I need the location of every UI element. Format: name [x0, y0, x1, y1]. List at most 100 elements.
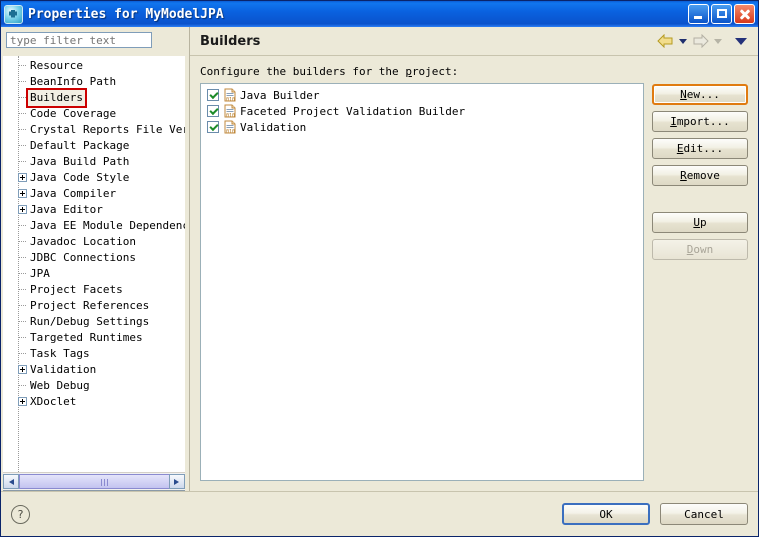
- filter-input[interactable]: [6, 32, 152, 48]
- sidebar-item-project-facets[interactable]: Project Facets: [3, 282, 185, 298]
- sidebar-item-beaninfo-path[interactable]: BeanInfo Path: [3, 74, 185, 90]
- page-nav-buttons: [657, 33, 750, 49]
- ok-button[interactable]: OK: [562, 503, 650, 525]
- sidebar-item-targeted-runtimes[interactable]: Targeted Runtimes: [3, 330, 185, 346]
- sidebar-item-java-build-path[interactable]: Java Build Path: [3, 154, 185, 170]
- expand-plus-icon[interactable]: [18, 397, 27, 406]
- sidebar-item-default-package[interactable]: Default Package: [3, 138, 185, 154]
- settings-tree-container: Resource BeanInfo Path Builders Code Covera…: [3, 56, 185, 491]
- sidebar-item-label: Crystal Reports File Vers: [30, 123, 185, 136]
- page-title: Builders: [200, 33, 261, 49]
- edit-button[interactable]: Edit...: [652, 138, 748, 159]
- sidebar-item-label: Java Compiler: [30, 187, 117, 200]
- sidebar-item-project-references[interactable]: Project References: [3, 298, 185, 314]
- sidebar-item-java-code-style[interactable]: Java Code Style: [3, 170, 185, 186]
- tree-branch-line: [19, 97, 26, 99]
- sidebar-item-label: Builders: [26, 88, 87, 108]
- sidebar-item-label: Code Coverage: [30, 107, 117, 120]
- sidebar-item-jdbc-connections[interactable]: JDBC Connections: [3, 250, 185, 266]
- remove-button[interactable]: Remove: [652, 165, 748, 186]
- builders-list[interactable]: 010 Java Builder 010 Faceted Project Valida…: [200, 83, 644, 481]
- sidebar-item-java-compiler[interactable]: Java Compiler: [3, 186, 185, 202]
- expand-plus-icon[interactable]: [18, 173, 27, 182]
- sidebar-item-task-tags[interactable]: Task Tags: [3, 346, 185, 362]
- builder-name: Java Builder: [240, 88, 320, 102]
- sidebar-item-label: XDoclet: [30, 395, 77, 408]
- expand-plus-icon[interactable]: [18, 189, 27, 198]
- sidebar-item-label: Java Code Style: [30, 171, 130, 184]
- scroll-left-arrow[interactable]: [3, 474, 19, 489]
- down-button: Down: [652, 239, 748, 260]
- sidebar-item-label: Javadoc Location: [30, 235, 136, 248]
- sidebar-item-validation[interactable]: Validation: [3, 362, 185, 378]
- tree-branch-line: [19, 321, 26, 323]
- builder-file-icon: 010: [224, 88, 237, 103]
- svg-text:010: 010: [226, 113, 235, 118]
- sidebar-item-java-editor[interactable]: Java Editor: [3, 202, 185, 218]
- footer-buttons: OK Cancel: [562, 503, 748, 525]
- back-dropdown[interactable]: [679, 38, 687, 44]
- svg-text:010: 010: [226, 97, 235, 102]
- builders-row: 010 Java Builder 010 Faceted Project Valida…: [200, 83, 748, 491]
- builder-name: Faceted Project Validation Builder: [240, 104, 466, 118]
- scroll-thumb[interactable]: [19, 474, 185, 489]
- minimize-button[interactable]: [688, 4, 709, 24]
- builder-checkbox[interactable]: [207, 89, 219, 101]
- sidebar-item-java-ee-module-dependenci[interactable]: Java EE Module Dependenci: [3, 218, 185, 234]
- sidebar-item-builders[interactable]: Builders: [3, 88, 185, 108]
- expand-plus-icon[interactable]: [18, 205, 27, 214]
- close-button[interactable]: [734, 4, 755, 24]
- sidebar-item-run-debug-settings[interactable]: Run/Debug Settings: [3, 314, 185, 330]
- builder-file-icon: 010: [224, 120, 237, 135]
- sidebar-item-web-debug[interactable]: Web Debug: [3, 378, 185, 394]
- tree-branch-line: [19, 81, 26, 83]
- sidebar-item-resource[interactable]: Resource: [3, 58, 185, 74]
- tree-branch-line: [19, 257, 26, 259]
- sidebar-item-label: Java Build Path: [30, 155, 130, 168]
- page-content: Configure the builders for the project: …: [190, 56, 758, 491]
- import-button[interactable]: Import...: [652, 111, 748, 132]
- sidebar-item-code-coverage[interactable]: Code Coverage: [3, 106, 185, 122]
- builder-checkbox[interactable]: [207, 121, 219, 133]
- tree-horizontal-scrollbar[interactable]: [3, 472, 185, 490]
- tree-branch-line: [19, 129, 26, 131]
- page-description: Configure the builders for the project:: [200, 65, 459, 78]
- sidebar-item-label: Java EE Module Dependenci: [30, 219, 185, 232]
- maximize-button[interactable]: [711, 4, 732, 24]
- sidebar-item-label: Project References: [30, 299, 150, 312]
- forward-dropdown: [714, 38, 722, 44]
- sidebar-item-label: JPA: [30, 267, 50, 280]
- back-arrow[interactable]: [657, 33, 674, 49]
- settings-tree: Resource BeanInfo Path Builders Code Covera…: [3, 56, 185, 472]
- title-bar: Properties for MyModelJPA: [1, 1, 758, 27]
- sidebar-item-javadoc-location[interactable]: Javadoc Location: [3, 234, 185, 250]
- dialog-body: ResourceBeanInfo PathBuildersCode Covera…: [1, 27, 758, 491]
- forward-arrow: [692, 33, 709, 49]
- sidebar-item-label: Task Tags: [30, 347, 90, 360]
- view-menu-chevron[interactable]: [735, 37, 747, 45]
- builder-checkbox[interactable]: [207, 105, 219, 117]
- properties-dialog: Properties for MyModelJPA Resource BeanIn…: [0, 0, 759, 537]
- builder-list-item[interactable]: 010 Faceted Project Validation Builder: [203, 103, 641, 119]
- builders-action-buttons: New... Import... Edit... Remove Up Down: [652, 83, 748, 481]
- sidebar-item-label: Run/Debug Settings: [30, 315, 150, 328]
- builder-list-item[interactable]: 010 Java Builder: [203, 87, 641, 103]
- up-button[interactable]: Up: [652, 212, 748, 233]
- tree-branch-line: [19, 145, 26, 147]
- scroll-right-arrow[interactable]: [169, 474, 185, 489]
- scroll-track[interactable]: [19, 474, 185, 489]
- new-button[interactable]: New...: [652, 84, 748, 105]
- cancel-button[interactable]: Cancel: [660, 503, 748, 525]
- settings-sidebar: Resource BeanInfo PathBuildersCode Covera…: [1, 27, 189, 491]
- tree-branch-line: [19, 337, 26, 339]
- expand-plus-icon[interactable]: [18, 365, 27, 374]
- window-controls: [688, 4, 755, 24]
- sidebar-item-label: Default Package: [30, 139, 130, 152]
- builder-list-item[interactable]: 010 Validation: [203, 119, 641, 135]
- sidebar-item-jpa[interactable]: JPA: [3, 266, 185, 282]
- sidebar-item-crystal-reports-file-vers[interactable]: Crystal Reports File Vers: [3, 122, 185, 138]
- help-icon[interactable]: ?: [11, 504, 30, 524]
- sidebar-item-xdoclet[interactable]: XDoclet: [3, 394, 185, 410]
- sidebar-item-label: JDBC Connections: [30, 251, 136, 264]
- tree-branch-line: [19, 289, 26, 291]
